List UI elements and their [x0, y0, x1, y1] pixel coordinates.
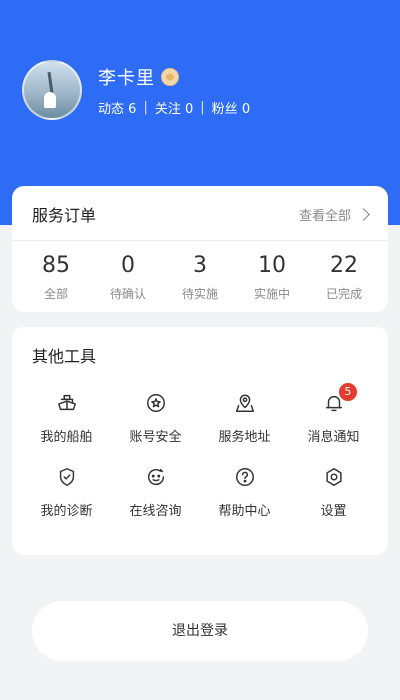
orders-title: 服务订单	[32, 206, 97, 225]
map-pin-icon	[231, 389, 259, 417]
notification-count-badge: 5	[338, 383, 357, 401]
tool-label: 我的诊断	[40, 504, 93, 519]
view-all-link[interactable]: 查看全部	[298, 205, 370, 224]
other-tools-card: 其他工具 我的船舶 账号安全 服务地址 5 消息通知 我的诊断 在线咨询 帮助中…	[12, 327, 388, 555]
tool-service-address[interactable]: 服务地址	[200, 389, 289, 445]
order-count: 3	[193, 253, 207, 278]
view-all-label: 查看全部	[298, 208, 351, 224]
stat-following[interactable]: 关注 0	[155, 98, 193, 117]
stat-posts[interactable]: 动态 6	[98, 98, 136, 117]
help-icon	[231, 463, 259, 491]
order-stats: 85 全部 0 待确认 3 待实施 10 实施中 22 已完成	[12, 241, 388, 302]
shield-star-icon	[142, 389, 170, 417]
tool-label: 账号安全	[129, 430, 182, 445]
check-shield-icon	[53, 463, 81, 491]
service-orders-card: 服务订单 查看全部 85 全部 0 待确认 3 待实施 10 实施中 22 已完…	[12, 186, 388, 312]
order-stat-pending-confirm[interactable]: 0 待确认	[92, 253, 164, 302]
order-stat-all[interactable]: 85 全部	[20, 253, 92, 302]
tool-settings[interactable]: 设置	[289, 463, 378, 519]
avatar[interactable]	[22, 60, 82, 120]
tools-title: 其他工具	[32, 347, 97, 366]
logout-button[interactable]: 退出登录	[32, 601, 368, 661]
order-label: 待确认	[109, 287, 146, 301]
tool-my-ship[interactable]: 我的船舶	[22, 389, 111, 445]
tool-label: 设置	[320, 504, 347, 519]
order-stat-pending-implement[interactable]: 3 待实施	[164, 253, 236, 302]
user-name: 李卡里	[98, 67, 155, 89]
tool-help-center[interactable]: 帮助中心	[200, 463, 289, 519]
tool-label: 在线咨询	[129, 504, 182, 519]
tool-label: 服务地址	[218, 430, 271, 445]
stat-followers-label: 粉丝	[211, 101, 238, 117]
order-count: 10	[258, 253, 286, 278]
order-label: 实施中	[253, 287, 290, 301]
tools-grid: 我的船舶 账号安全 服务地址 5 消息通知 我的诊断 在线咨询 帮助中心 设置	[12, 367, 388, 519]
name-row: 李卡里	[98, 64, 250, 90]
order-count: 0	[121, 253, 135, 278]
stat-separator: |	[200, 99, 205, 115]
stat-separator: |	[143, 99, 148, 115]
profile-section: 李卡里 动态 6 | 关注 0 | 粉丝 0	[22, 60, 250, 120]
order-count: 85	[42, 253, 70, 278]
tool-my-diagnosis[interactable]: 我的诊断	[22, 463, 111, 519]
stat-followers-value: 0	[241, 101, 251, 117]
tool-account-security[interactable]: 账号安全	[111, 389, 200, 445]
tool-label: 帮助中心	[218, 504, 271, 519]
profile-info: 李卡里 动态 6 | 关注 0 | 粉丝 0	[98, 64, 250, 117]
order-stat-completed[interactable]: 22 已完成	[308, 253, 380, 302]
tool-label: 消息通知	[307, 430, 360, 445]
order-count: 22	[330, 253, 358, 278]
settings-icon	[320, 463, 348, 491]
order-label: 待实施	[181, 287, 218, 301]
tool-notifications[interactable]: 5 消息通知	[289, 383, 378, 445]
stat-followers[interactable]: 粉丝 0	[212, 98, 250, 117]
stat-posts-label: 动态	[98, 101, 125, 117]
stat-posts-value: 6	[128, 101, 137, 117]
tools-header: 其他工具	[12, 327, 388, 367]
stat-following-value: 0	[184, 101, 194, 117]
order-label: 已完成	[325, 287, 362, 301]
profile-stats: 动态 6 | 关注 0 | 粉丝 0	[98, 98, 250, 117]
orders-header: 服务订单 查看全部	[12, 186, 388, 226]
chat-face-icon	[142, 463, 170, 491]
ship-icon	[53, 389, 81, 417]
order-label: 全部	[43, 287, 68, 301]
level-badge-icon	[161, 67, 179, 86]
order-stat-in-progress[interactable]: 10 实施中	[236, 253, 308, 302]
tool-online-consult[interactable]: 在线咨询	[111, 463, 200, 519]
stat-following-label: 关注	[154, 101, 181, 117]
chevron-right-icon	[357, 207, 370, 221]
tool-label: 我的船舶	[40, 430, 93, 445]
